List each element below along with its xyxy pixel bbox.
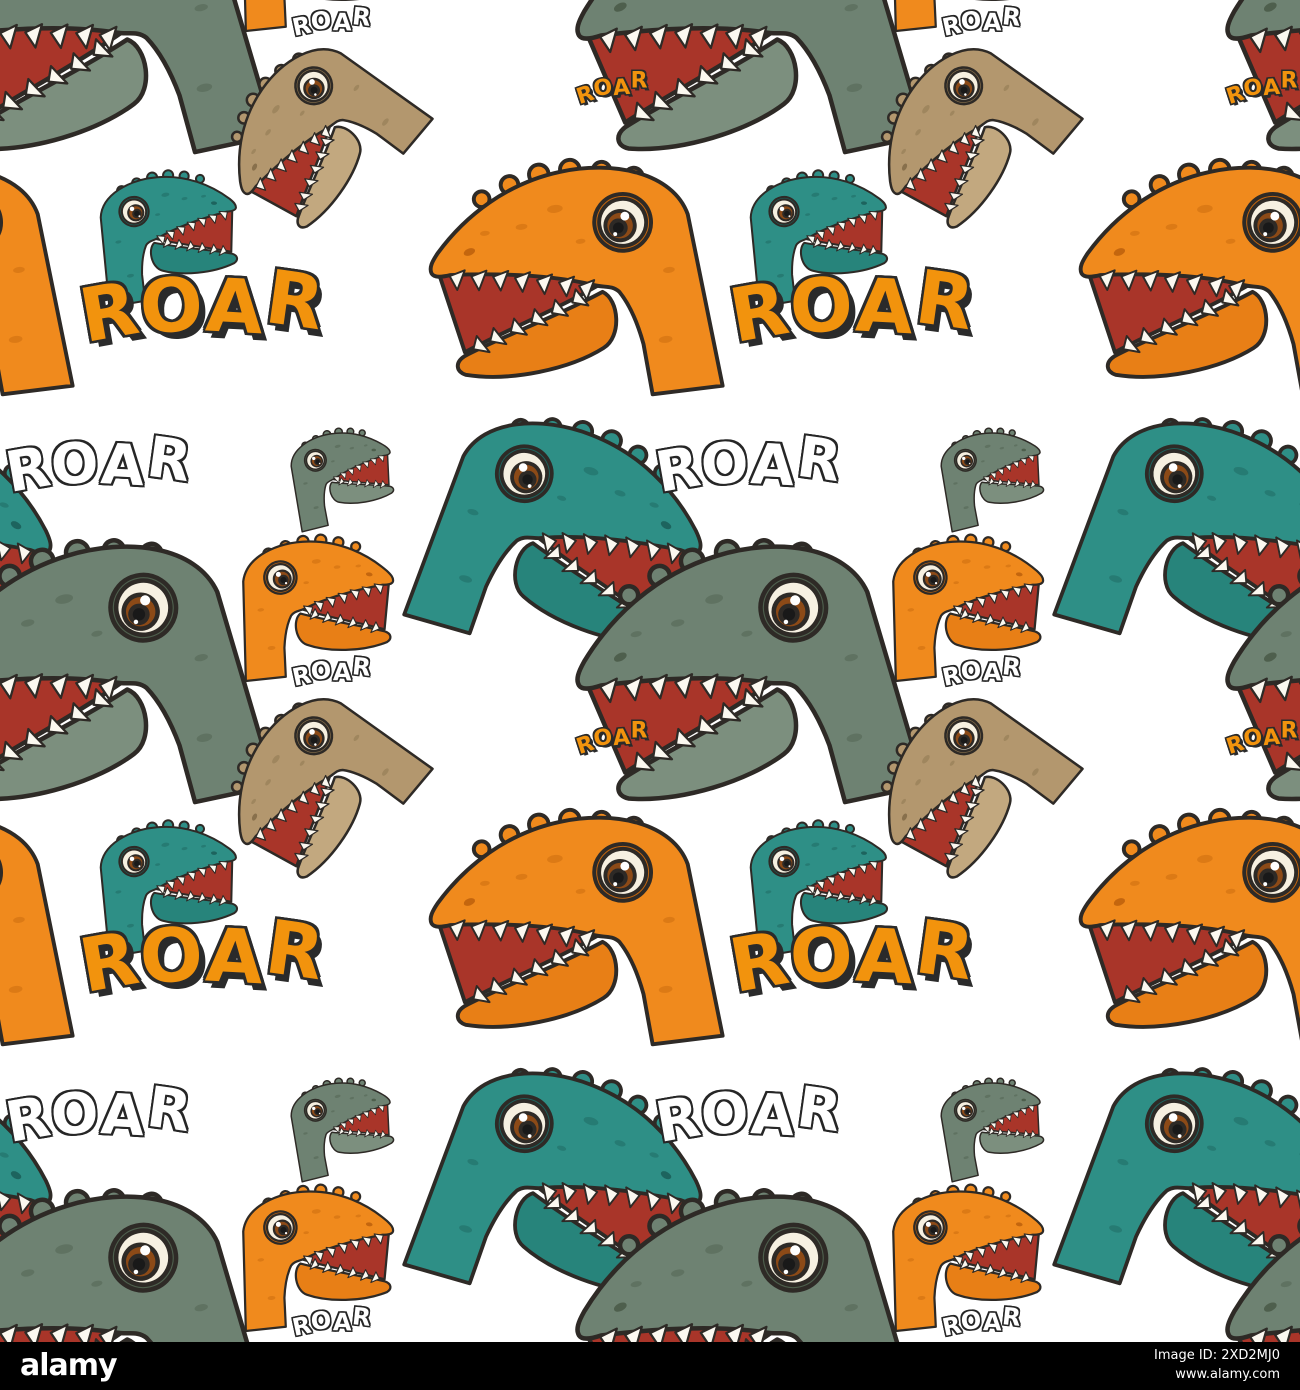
roar-letter: R (351, 1302, 374, 1332)
roar-letter: A (99, 1082, 149, 1150)
dinosaur-head-icon (1078, 807, 1300, 1047)
roar-letter: A (749, 1082, 799, 1150)
dino-head-orange-large (414, 791, 737, 1070)
roar-letter: A (853, 262, 919, 352)
roar-text-white-large: ROAR (651, 425, 847, 506)
roar-letter: A (612, 724, 633, 752)
dino-head-green-small (274, 1066, 405, 1183)
roar-text-orange-large: ROAR (73, 904, 333, 1010)
dino-head-orange-large (414, 141, 737, 420)
watermark-bar: alamy Image ID: 2XD2MJ0 www.alamy.com (0, 1342, 1300, 1390)
roar-letter: O (699, 430, 754, 499)
roar-letter: R (651, 434, 707, 506)
roar-letter: R (142, 424, 197, 496)
roar-text-white-large: ROAR (1, 425, 197, 506)
dinosaur-head-icon (290, 1077, 395, 1183)
roar-letter: A (612, 74, 633, 102)
image-id-value: 2XD2MJ0 (1221, 1348, 1280, 1364)
dinosaur-head-icon (940, 427, 1045, 533)
roar-letter: A (853, 912, 919, 1002)
roar-letter: A (203, 912, 269, 1002)
roar-letter: O (699, 1080, 754, 1149)
roar-letter: O (49, 430, 104, 499)
dino-head-orange-large (1064, 791, 1300, 1070)
roar-text-white-large: ROAR (651, 1075, 847, 1156)
roar-letter: A (749, 432, 799, 500)
roar-letter: R (723, 914, 798, 1010)
roar-text-orange-large: ROAR (723, 254, 983, 360)
roar-letter: R (351, 2, 374, 32)
roar-letter: R (1, 1084, 57, 1156)
roar-letter: R (260, 904, 333, 998)
roar-letter: A (1262, 724, 1283, 752)
roar-letter: O (136, 260, 209, 352)
roar-letter: R (73, 264, 148, 360)
roar-letter: O (786, 260, 859, 352)
roar-letter: R (651, 1084, 707, 1156)
roar-letter: R (630, 718, 649, 744)
image-meta: Image ID: 2XD2MJ0 www.alamy.com (1154, 1347, 1280, 1385)
alamy-url: www.alamy.com (1175, 1367, 1280, 1382)
stock-image-canvas: ROAR ROAR ROAR ROAR ROAR ROAR ROAR ROAR ROAR ROAR… (0, 0, 1300, 1390)
roar-letter: R (1001, 2, 1024, 32)
roar-letter: R (351, 652, 374, 682)
dinosaur-head-icon (1078, 157, 1300, 397)
roar-text-orange-large: ROAR (73, 254, 333, 360)
roar-text-orange-large: ROAR (723, 904, 983, 1010)
roar-letter: O (786, 910, 859, 1002)
roar-letter: R (1001, 652, 1024, 682)
roar-letter: R (723, 264, 798, 360)
dinosaur-head-icon (428, 157, 725, 397)
roar-letter: R (1280, 718, 1299, 744)
dinosaur-head-icon (290, 427, 395, 533)
roar-letter: R (1001, 1302, 1024, 1332)
alamy-logo: alamy (20, 1348, 118, 1383)
dino-pattern-layer: ROAR ROAR ROAR ROAR ROAR ROAR ROAR ROAR ROAR ROAR… (0, 0, 1300, 1390)
roar-letter: R (1280, 68, 1299, 94)
roar-text-white-large: ROAR (1, 1075, 197, 1156)
roar-letter: R (260, 254, 333, 348)
dino-head-green-small (924, 1066, 1055, 1183)
image-id-label: Image ID: (1154, 1348, 1218, 1364)
roar-letter: R (792, 424, 847, 496)
dino-head-green-small (274, 416, 405, 533)
roar-letter: R (910, 254, 983, 348)
dino-head-orange-large (1064, 141, 1300, 420)
image-id-line: Image ID: 2XD2MJ0 (1154, 1347, 1280, 1366)
roar-letter: O (136, 910, 209, 1002)
roar-letter: R (910, 904, 983, 998)
dino-head-green-small (924, 416, 1055, 533)
roar-letter: O (49, 1080, 104, 1149)
roar-letter: R (1, 434, 57, 506)
roar-letter: A (99, 432, 149, 500)
roar-letter: A (1262, 74, 1283, 102)
roar-letter: R (73, 914, 148, 1010)
dinosaur-head-icon (428, 807, 725, 1047)
roar-letter: R (792, 1074, 847, 1146)
roar-letter: R (630, 68, 649, 94)
dinosaur-head-icon (940, 1077, 1045, 1183)
roar-letter: A (203, 262, 269, 352)
roar-letter: R (142, 1074, 197, 1146)
